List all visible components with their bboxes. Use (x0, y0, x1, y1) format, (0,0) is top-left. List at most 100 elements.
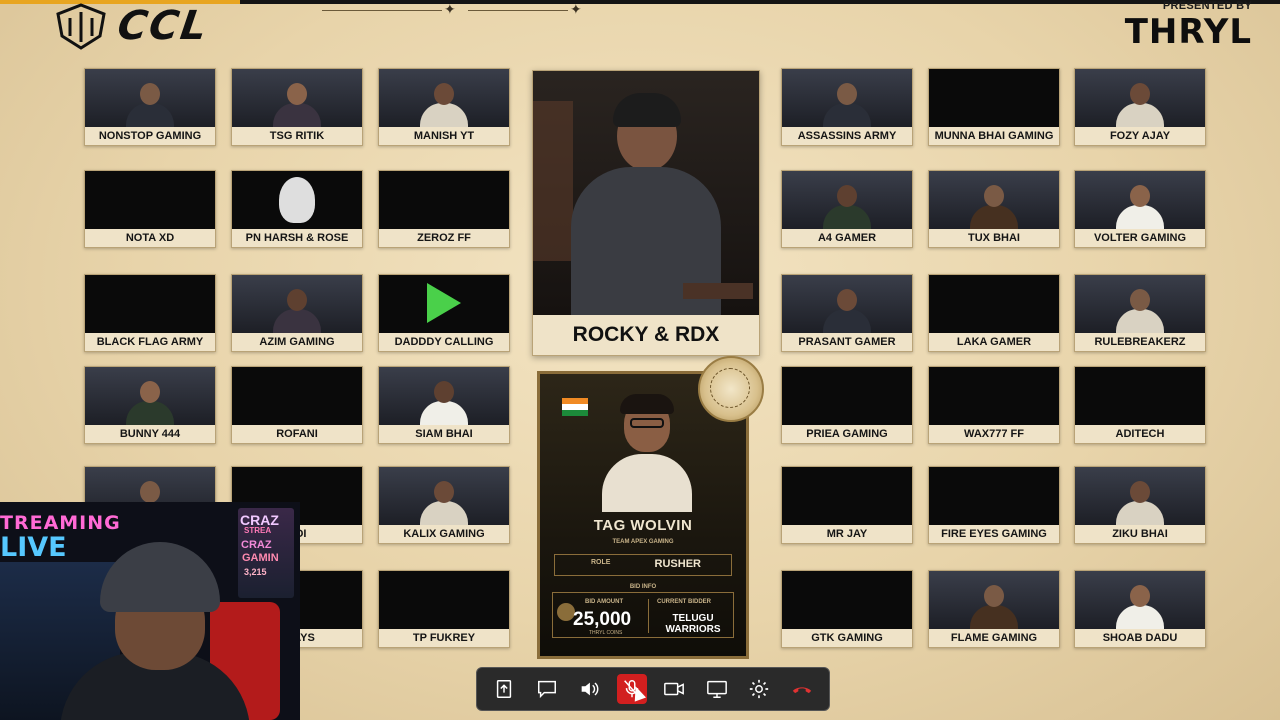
participant-video (929, 367, 1059, 425)
participant-video (1075, 571, 1205, 629)
player-name: TAG WOLVIN (593, 517, 693, 534)
participant-name: ASSASSINS ARMY (797, 130, 897, 142)
participant-video (379, 171, 509, 229)
participant-tile[interactable]: BLACK FLAG ARMY (84, 274, 216, 352)
participant-tile[interactable]: ZEROZ FF (378, 170, 510, 248)
decorative-line (322, 10, 442, 11)
bid-box: BID AMOUNT 25,000 THRYL COINS CURRENT BI… (552, 592, 734, 638)
participant-tile[interactable]: ZIKU BHAI (1074, 466, 1206, 544)
featured-name: ROCKY & RDX (572, 323, 720, 346)
participant-video (929, 69, 1059, 127)
participant-video (85, 275, 215, 333)
participant-video (929, 171, 1059, 229)
participant-name: MANISH YT (413, 130, 475, 142)
participant-tile[interactable]: AZIM GAMING (231, 274, 363, 352)
participant-video (782, 571, 912, 629)
participant-tile[interactable]: TP FUKREY (378, 570, 510, 648)
participant-video (929, 467, 1059, 525)
participant-video (379, 367, 509, 425)
participant-tile[interactable]: GTK GAMING (781, 570, 913, 648)
current-bidder: TELUGU WARRIORS (665, 613, 721, 635)
participant-figure (1114, 83, 1166, 127)
participant-name: TP FUKREY (412, 632, 476, 644)
participant-tile[interactable]: ADITECH (1074, 366, 1206, 444)
chat-button[interactable] (532, 674, 562, 704)
participant-name: LAKA GAMER (956, 336, 1032, 348)
participant-video (232, 69, 362, 127)
participant-name: FIRE EYES GAMING (941, 528, 1047, 540)
participant-video (1075, 69, 1205, 127)
ccl-logo: CCL (52, 2, 211, 50)
participant-figure (1114, 585, 1166, 629)
participant-tile[interactable]: ASSASSINS ARMY (781, 68, 913, 146)
participant-tile[interactable]: RULEBREAKERZ (1074, 274, 1206, 352)
present-screen-button[interactable] (702, 674, 732, 704)
participant-tile[interactable]: FOZY AJAY (1074, 68, 1206, 146)
participant-tile[interactable]: PN HARSH & ROSE (231, 170, 363, 248)
participant-tile[interactable]: FIRE EYES GAMING (928, 466, 1060, 544)
participant-name: VOLTER GAMING (1093, 232, 1187, 244)
upload-icon (497, 680, 512, 698)
participant-figure (418, 83, 470, 127)
participant-tile[interactable]: KALIX GAMING (378, 466, 510, 544)
camera-button[interactable] (659, 674, 689, 704)
participant-tile[interactable]: TUX BHAI (928, 170, 1060, 248)
participant-name: SIAM BHAI (415, 428, 473, 440)
participant-figure (1114, 185, 1166, 229)
participant-tile[interactable]: ROFANI (231, 366, 363, 444)
participant-tile[interactable]: SHOAB DADU (1074, 570, 1206, 648)
bid-amount-label: BID AMOUNT (585, 599, 624, 605)
participant-video (1075, 367, 1205, 425)
participant-tile[interactable]: PRASANT GAMER (781, 274, 913, 352)
gear-icon (750, 679, 769, 699)
participant-tile[interactable]: WAX777 FF (928, 366, 1060, 444)
role-value: RUSHER (654, 558, 701, 570)
participant-name: SHOAB DADU (1102, 632, 1178, 644)
participant-video (782, 69, 912, 127)
sponsor-block: PRESENTED BY THRYL (1125, 0, 1252, 50)
participant-tile[interactable]: LAKA GAMER (928, 274, 1060, 352)
badge-line-2: STREA (244, 526, 272, 535)
participant-video (379, 69, 509, 127)
participant-tile[interactable]: A4 GAMER (781, 170, 913, 248)
participant-name: TSG RITIK (269, 130, 325, 142)
participant-tile[interactable]: MUNNA BHAI GAMING (928, 68, 1060, 146)
participant-tile[interactable]: SIAM BHAI (378, 366, 510, 444)
camera-icon (664, 682, 685, 696)
participant-name: WAX777 FF (964, 428, 1024, 440)
participant-tile[interactable]: BUNNY 444 (84, 366, 216, 444)
speaker-button[interactable] (574, 674, 604, 704)
featured-participant[interactable]: ROCKY & RDX (532, 70, 760, 356)
participant-video (1075, 171, 1205, 229)
participant-name: MR JAY (826, 528, 868, 540)
participant-video (85, 171, 215, 229)
participant-tile[interactable]: TSG RITIK (231, 68, 363, 146)
participant-name: A4 GAMER (817, 232, 877, 244)
participant-tile[interactable]: NONSTOP GAMING (84, 68, 216, 146)
divider (648, 599, 649, 633)
participant-figure (124, 83, 176, 127)
team-logo-icon (427, 283, 461, 323)
participant-tile[interactable]: MR JAY (781, 466, 913, 544)
participant-tile[interactable]: DADDDY CALLING (378, 274, 510, 352)
participant-name: TUX BHAI (968, 232, 1020, 244)
participant-video (232, 275, 362, 333)
participant-name: ZEROZ FF (417, 232, 471, 244)
streamer-figure (60, 542, 250, 720)
participant-tile[interactable]: FLAME GAMING (928, 570, 1060, 648)
participant-tile[interactable]: MANISH YT (378, 68, 510, 146)
settings-button[interactable] (744, 674, 774, 704)
sparkle-icon: ✦ (570, 2, 582, 18)
participant-name: GTK GAMING (811, 632, 883, 644)
participant-tile[interactable]: VOLTER GAMING (1074, 170, 1206, 248)
participant-name: MUNNA BHAI GAMING (934, 130, 1054, 142)
bid-amount: 25,000 (573, 609, 632, 630)
share-screen-upload-button[interactable] (489, 674, 519, 704)
participant-tile[interactable]: NOTA XD (84, 170, 216, 248)
participant-video (782, 367, 912, 425)
sparkle-icon: ✦ (444, 2, 456, 18)
participant-figure (271, 289, 323, 333)
leave-call-button[interactable] (787, 674, 817, 704)
participant-video (782, 275, 912, 333)
participant-tile[interactable]: PRIEA GAMING (781, 366, 913, 444)
